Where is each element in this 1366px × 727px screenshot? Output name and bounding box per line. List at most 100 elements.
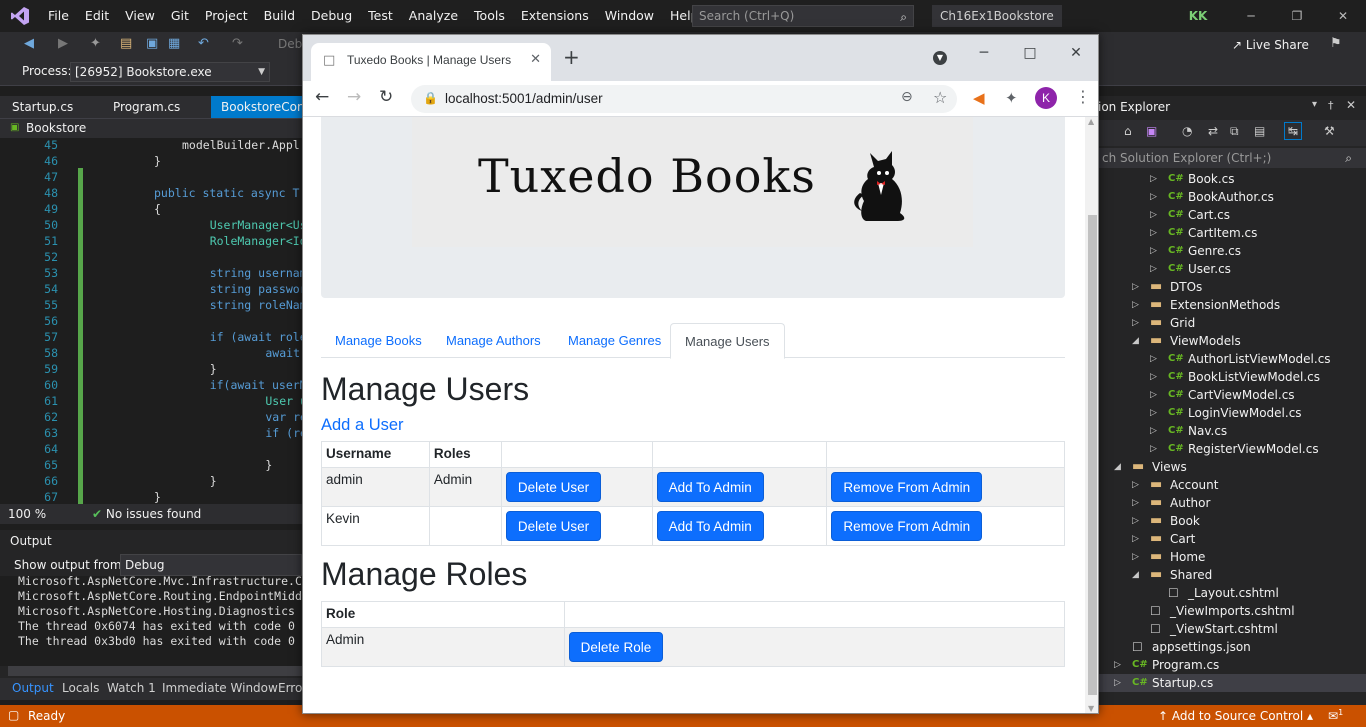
bookmark-star-icon[interactable]: ☆ bbox=[933, 88, 947, 107]
collapsed-chevron-icon[interactable]: ▷ bbox=[1150, 440, 1157, 458]
browser-close-icon[interactable]: ✕ bbox=[1053, 39, 1098, 67]
code-line[interactable]: 59 } bbox=[0, 361, 302, 377]
tree-item[interactable]: ◢ ▬ Views bbox=[1098, 458, 1366, 476]
zoom-out-icon[interactable]: ⊖ bbox=[901, 89, 913, 105]
collapsed-chevron-icon[interactable]: ▷ bbox=[1150, 350, 1157, 368]
tree-item[interactable]: ▷ ▬ Author bbox=[1098, 494, 1366, 512]
tab-manage-authors[interactable]: Manage Authors bbox=[432, 323, 555, 358]
tab-locals[interactable]: Locals bbox=[62, 681, 99, 695]
collapsed-chevron-icon[interactable]: ▷ bbox=[1132, 494, 1139, 512]
code-line[interactable]: 49 { bbox=[0, 201, 302, 217]
collapsed-chevron-icon[interactable]: ▷ bbox=[1132, 548, 1139, 566]
code-line[interactable]: 47 bbox=[0, 169, 302, 185]
menu-view[interactable]: View bbox=[117, 0, 163, 32]
tree-item[interactable]: ▷ C# BookListViewModel.cs bbox=[1098, 368, 1366, 386]
page-vertical-scrollbar[interactable]: ▲ ▼ bbox=[1085, 117, 1098, 713]
open-folder-icon[interactable]: ▤ bbox=[120, 36, 132, 51]
menu-test[interactable]: Test bbox=[360, 0, 401, 32]
code-line[interactable]: 64 await use bbox=[0, 441, 302, 457]
add-user-link[interactable]: Add a User bbox=[321, 416, 404, 435]
add-to-admin-button[interactable]: Add To Admin bbox=[656, 511, 764, 541]
tree-item[interactable]: ▷ ▬ DTOs bbox=[1098, 278, 1366, 296]
collapsed-chevron-icon[interactable]: ▷ bbox=[1132, 314, 1139, 332]
reload-icon[interactable]: ↻ bbox=[379, 87, 393, 107]
tree-item[interactable]: ▷ C# Book.cs bbox=[1098, 170, 1366, 188]
menu-window[interactable]: Window bbox=[597, 0, 662, 32]
tree-item[interactable]: ▷ C# Program.cs bbox=[1098, 656, 1366, 674]
collapsed-chevron-icon[interactable]: ▷ bbox=[1132, 296, 1139, 314]
megaphone-extension-icon[interactable]: ◀ bbox=[973, 89, 985, 107]
pending-changes-icon[interactable]: ◔ bbox=[1182, 124, 1192, 138]
switch-views-icon[interactable]: ▣ bbox=[1146, 124, 1157, 138]
tree-item[interactable]: ▷ C# Startup.cs bbox=[1098, 674, 1366, 692]
menu-extensions[interactable]: Extensions bbox=[513, 0, 597, 32]
tab-immediate-window[interactable]: Immediate Window bbox=[162, 681, 278, 695]
editor-navigation-bar[interactable]: Bookstore ▣ bbox=[0, 118, 302, 138]
code-line[interactable]: 66 } bbox=[0, 473, 302, 489]
delete-user-button[interactable]: Delete User bbox=[505, 472, 602, 502]
extensions-puzzle-icon[interactable]: ✦ bbox=[1005, 89, 1018, 107]
code-line[interactable]: 51 RoleManager<Ident bbox=[0, 233, 302, 249]
kebab-menu-icon[interactable]: ⋮ bbox=[1075, 87, 1091, 106]
collapsed-chevron-icon[interactable]: ▷ bbox=[1150, 386, 1157, 404]
restore-icon[interactable]: ❐ bbox=[1274, 0, 1320, 32]
tree-item[interactable]: ▷ C# LoginViewModel.cs bbox=[1098, 404, 1366, 422]
live-share-button[interactable]: ↗ Live Share bbox=[1232, 38, 1309, 52]
menu-edit[interactable]: Edit bbox=[77, 0, 117, 32]
browser-maximize-icon[interactable]: □ bbox=[1007, 39, 1053, 67]
tab-manage-genres[interactable]: Manage Genres bbox=[554, 323, 675, 358]
save-icon[interactable]: ▣ bbox=[146, 36, 158, 51]
collapsed-chevron-icon[interactable]: ▷ bbox=[1132, 530, 1139, 548]
tab-output[interactable]: Output bbox=[12, 681, 54, 695]
code-line[interactable]: 57 if (await roleMan bbox=[0, 329, 302, 345]
delete-user-button[interactable]: Delete User bbox=[505, 511, 602, 541]
tree-item[interactable]: ▷ ▬ Cart bbox=[1098, 530, 1366, 548]
track-active-item-icon[interactable]: ↹ bbox=[1284, 122, 1302, 140]
code-line[interactable]: 54 string password = bbox=[0, 281, 302, 297]
code-line[interactable]: 45 modelBuilder.Appl bbox=[0, 138, 302, 153]
add-to-source-control[interactable]: ↑ Add to Source Control ▴ bbox=[1158, 709, 1313, 723]
collapsed-chevron-icon[interactable]: ▷ bbox=[1132, 476, 1139, 494]
code-line[interactable]: 67} bbox=[0, 489, 302, 504]
code-line[interactable]: 60 if(await userMana bbox=[0, 377, 302, 393]
collapsed-chevron-icon[interactable]: ▷ bbox=[1114, 656, 1121, 674]
zoom-level[interactable]: 100 % bbox=[8, 507, 46, 521]
tab-error-list[interactable]: Erro bbox=[278, 681, 302, 695]
tree-item[interactable]: ▷ ▬ Account bbox=[1098, 476, 1366, 494]
scrollbar-thumb[interactable] bbox=[1088, 215, 1097, 695]
collapsed-chevron-icon[interactable]: ▷ bbox=[1150, 242, 1157, 260]
back-arrow-icon[interactable]: ← bbox=[315, 87, 329, 107]
profile-avatar[interactable]: K bbox=[1035, 87, 1057, 109]
add-to-admin-button[interactable]: Add To Admin bbox=[656, 472, 764, 502]
tree-item[interactable]: ▷ C# BookAuthor.cs bbox=[1098, 188, 1366, 206]
tab-search-icon[interactable]: ▼ bbox=[933, 51, 947, 65]
tree-item[interactable]: ▷ C# User.cs bbox=[1098, 260, 1366, 278]
tree-item[interactable]: ▷ C# Nav.cs bbox=[1098, 422, 1366, 440]
new-tab-icon[interactable]: + bbox=[563, 47, 580, 67]
expanded-chevron-icon[interactable]: ◢ bbox=[1114, 458, 1121, 476]
address-bar[interactable]: 🔒 localhost:5001/admin/user ⊖ ☆ bbox=[411, 85, 957, 113]
code-line[interactable]: 52 bbox=[0, 249, 302, 265]
tree-item[interactable]: ▷ C# CartItem.cs bbox=[1098, 224, 1366, 242]
tab-watch-1[interactable]: Watch 1 bbox=[107, 681, 156, 695]
pin-dropdown-icon[interactable]: ▾ bbox=[1312, 99, 1317, 110]
tree-item[interactable]: ▷ ▬ ExtensionMethods bbox=[1098, 296, 1366, 314]
collapsed-chevron-icon[interactable]: ▷ bbox=[1150, 170, 1157, 188]
code-line[interactable]: 65 } bbox=[0, 457, 302, 473]
close-icon[interactable]: ✕ bbox=[1320, 0, 1366, 32]
tab-manage-users[interactable]: Manage Users bbox=[670, 323, 785, 359]
close-tab-icon[interactable]: ✕ bbox=[530, 52, 541, 67]
tree-item[interactable]: ▷ C# Genre.cs bbox=[1098, 242, 1366, 260]
tree-item[interactable]: ☐ _Layout.cshtml bbox=[1098, 584, 1366, 602]
code-line[interactable]: 53 string username = bbox=[0, 265, 302, 281]
collapsed-chevron-icon[interactable]: ▷ bbox=[1150, 206, 1157, 224]
tree-item[interactable]: ▷ C# RegisterViewModel.cs bbox=[1098, 440, 1366, 458]
menu-git[interactable]: Git bbox=[163, 0, 197, 32]
tree-item[interactable]: ▷ ▬ Book bbox=[1098, 512, 1366, 530]
doc-tab-bookstore-context[interactable]: BookstoreCont bbox=[211, 96, 302, 118]
collapsed-chevron-icon[interactable]: ▷ bbox=[1150, 404, 1157, 422]
collapsed-chevron-icon[interactable]: ▷ bbox=[1132, 278, 1139, 296]
code-line[interactable]: 55 string roleName = bbox=[0, 297, 302, 313]
collapsed-chevron-icon[interactable]: ▷ bbox=[1114, 674, 1121, 692]
tree-item[interactable]: ◢ ▬ Shared bbox=[1098, 566, 1366, 584]
